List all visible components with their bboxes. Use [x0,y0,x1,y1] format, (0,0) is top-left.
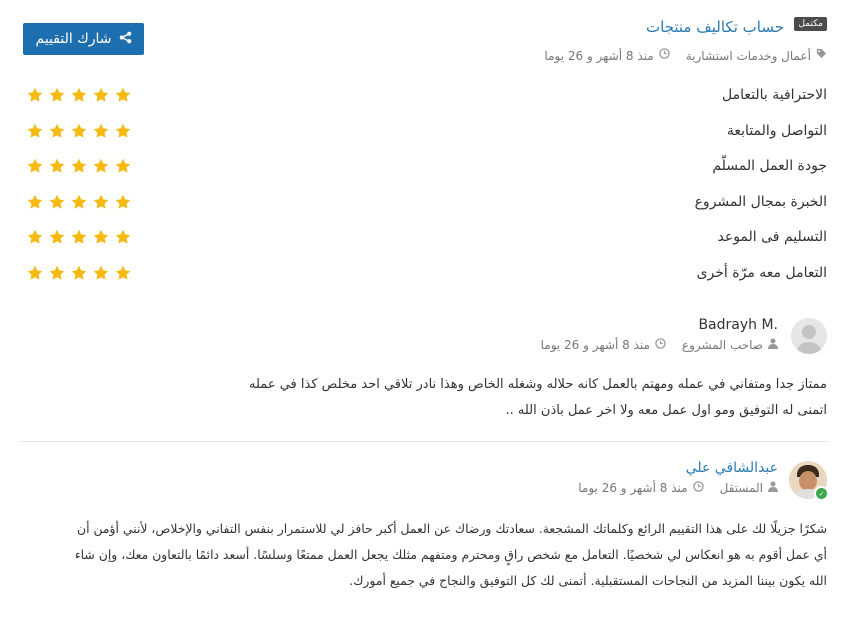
project-title-link[interactable]: حساب تكاليف منتجات [646,17,784,37]
rating-label: التسليم فى الموعد [717,229,828,245]
owner-time: منذ 8 أشهر و 26 يوما [540,338,650,352]
review-line: ممتاز جدا ومتفاني في عمله ومهتم بالعمل ك… [249,377,827,392]
star-icon [27,265,43,280]
rating-row: التعامل معه مرّة أخرى [19,261,827,285]
star-rating [27,123,131,139]
rating-row: جودة العمل المسلّم [19,154,827,178]
rating-row: التواصل والمتابعة [19,119,827,143]
project-meta: أعمال وخدمات استشارية منذ 8 أشهر و 26 يو… [544,48,827,64]
star-icon [71,87,87,102]
freelancer-meta: المستقل منذ 8 أشهر و 26 يوما [578,480,778,496]
clock-icon [658,48,670,64]
star-icon [27,229,43,244]
share-icon [119,31,132,48]
star-icon [49,229,65,244]
star-icon [115,87,131,102]
reply-line: الله يكون بيننا المزيد من النجاحات المست… [349,573,827,588]
divider [19,441,827,442]
status-badge: مكتمل [794,17,827,31]
owner-name[interactable]: Badrayh M. [698,316,778,334]
rating-label: التعامل معه مرّة أخرى [696,264,827,281]
freelancer-reply-text: شكرًا جزيلًا لك على هذا التقييم الرائع و… [19,516,827,594]
star-icon [115,265,131,280]
star-rating [27,158,131,174]
star-rating [27,87,131,103]
star-icon [49,158,65,173]
star-icon [115,158,131,173]
star-icon [93,158,109,173]
rating-row: التسليم فى الموعد [19,225,827,249]
clock-icon [655,337,666,353]
online-status-icon: ✓ [814,486,829,501]
star-icon [93,229,109,244]
owner-review-text: ممتاز جدا ومتفاني في عمله ومهتم بالعمل ك… [19,372,827,424]
star-icon [71,229,87,244]
star-icon [27,158,43,173]
share-rating-button[interactable]: شارك التقييم [23,23,144,55]
star-icon [71,158,87,173]
default-avatar-icon [791,318,827,354]
star-icon [71,265,87,280]
star-rating [27,265,131,281]
freelancer-avatar-wrap[interactable]: ✓ [789,461,829,501]
freelancer-name-link[interactable]: عبدالشافي علي [686,459,778,477]
star-icon [49,194,65,209]
clock-icon [692,480,704,496]
star-rating [27,194,131,210]
rating-label: الخبرة بمجال المشروع [694,193,827,210]
rating-row: الاحترافية بالتعامل [19,83,827,107]
star-icon [115,194,131,209]
rating-label: جودة العمل المسلّم [712,158,827,174]
star-icon [115,123,131,138]
user-icon [768,480,778,496]
star-icon [115,229,131,244]
reply-line: أي عمل أقوم به هو انعكاس لي شخصيًا. التع… [74,547,827,562]
freelancer-time: منذ 8 أشهر و 26 يوما [578,481,688,495]
rating-row: الخبرة بمجال المشروع [19,190,827,214]
star-icon [49,123,65,138]
star-rating [27,229,131,245]
star-icon [27,87,43,102]
star-icon [93,194,109,209]
star-icon [93,87,109,102]
reply-line: شكرًا جزيلًا لك على هذا التقييم الرائع و… [77,521,827,536]
star-icon [27,123,43,138]
freelancer-role: المستقل [719,481,763,495]
star-icon [27,194,43,209]
category-link[interactable]: أعمال وخدمات استشارية [686,48,811,64]
rating-label: الاحترافية بالتعامل [721,87,827,103]
star-icon [71,123,87,138]
owner-meta: صاحب المشروع منذ 8 أشهر و 26 يوما [541,337,778,353]
owner-role: صاحب المشروع [681,338,763,352]
project-time: منذ 8 أشهر و 26 يوما [544,49,654,63]
tag-icon [816,48,827,64]
star-icon [71,194,87,209]
avatar[interactable] [791,318,827,354]
share-button-label: شارك التقييم [35,31,112,47]
star-icon [93,123,109,138]
rating-label: التواصل والمتابعة [726,122,827,139]
review-line: اتمنى له التوفيق ومو اول عمل معه ولا اخر… [505,403,827,418]
user-icon [768,337,778,353]
star-icon [49,87,65,102]
star-icon [93,265,109,280]
star-icon [49,265,65,280]
